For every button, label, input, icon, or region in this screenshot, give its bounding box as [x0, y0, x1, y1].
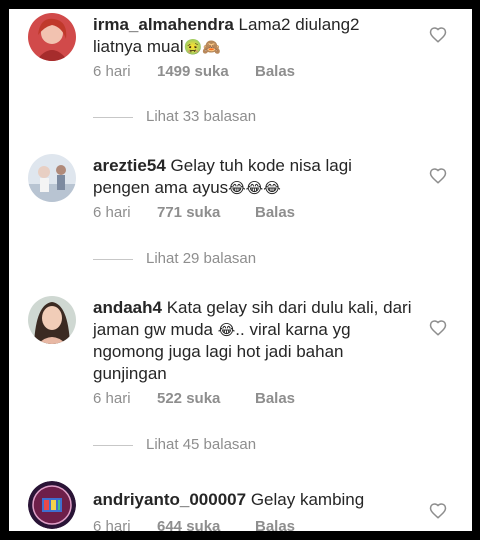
avatar[interactable]	[28, 296, 76, 344]
comment-username[interactable]: andaah4	[93, 298, 162, 317]
comment-emojis: 😂	[217, 321, 236, 339]
like-count[interactable]: 771 suka	[157, 204, 255, 221]
reply-button[interactable]: Balas	[255, 204, 295, 221]
like-count[interactable]: 522 suka	[157, 390, 255, 407]
view-replies[interactable]: Lihat 45 balasan	[93, 436, 256, 453]
replies-divider	[93, 258, 133, 260]
comments-screen: irma_almahendra Lama2 diulang2 liatnya m…	[9, 9, 472, 531]
like-count[interactable]: 644 suka	[157, 518, 255, 531]
view-replies-label[interactable]: Lihat 33 balasan	[146, 108, 256, 125]
comment-text: andriyanto_000007 Gelay kambing	[93, 489, 413, 511]
comment-meta: 6 hari 771 suka Balas	[93, 204, 295, 221]
comment-meta: 6 hari 522 suka Balas	[93, 390, 295, 407]
heart-outline-icon[interactable]	[429, 167, 447, 185]
reply-button[interactable]: Balas	[255, 390, 295, 407]
like-count[interactable]: 1499 suka	[157, 63, 255, 80]
comment-text: andaah4 Kata gelay sih dari dulu kali, d…	[93, 297, 413, 385]
avatar[interactable]	[28, 154, 76, 202]
comment-emojis: 🤢🙈	[183, 38, 222, 56]
heart-outline-icon[interactable]	[429, 26, 447, 44]
comment-time: 6 hari	[93, 204, 131, 221]
reply-button[interactable]: Balas	[255, 63, 295, 80]
avatar[interactable]	[28, 481, 76, 529]
comment-emojis: 😂😂😂	[228, 179, 281, 197]
replies-divider	[93, 116, 133, 118]
heart-outline-icon[interactable]	[429, 502, 447, 520]
view-replies-label[interactable]: Lihat 45 balasan	[146, 436, 256, 453]
comment-username[interactable]: irma_almahendra	[93, 15, 234, 34]
comment-body: Gelay kambing	[250, 490, 365, 509]
view-replies-label[interactable]: Lihat 29 balasan	[146, 250, 256, 267]
view-replies[interactable]: Lihat 33 balasan	[93, 108, 256, 125]
comment-time: 6 hari	[93, 390, 131, 407]
comment-meta: 6 hari 644 suka Balas	[93, 518, 295, 531]
comment-meta: 6 hari 1499 suka Balas	[93, 63, 295, 80]
heart-outline-icon[interactable]	[429, 319, 447, 337]
replies-divider	[93, 444, 133, 446]
comment-time: 6 hari	[93, 518, 131, 531]
avatar[interactable]	[28, 13, 76, 61]
view-replies[interactable]: Lihat 29 balasan	[93, 250, 256, 267]
reply-button[interactable]: Balas	[255, 518, 295, 531]
comment-text: irma_almahendra Lama2 diulang2 liatnya m…	[93, 14, 413, 58]
comment-text: areztie54 Gelay tuh kode nisa lagi penge…	[93, 155, 413, 199]
comment-time: 6 hari	[93, 63, 131, 80]
comment-username[interactable]: areztie54	[93, 156, 166, 175]
comment-username[interactable]: andriyanto_000007	[93, 490, 246, 509]
